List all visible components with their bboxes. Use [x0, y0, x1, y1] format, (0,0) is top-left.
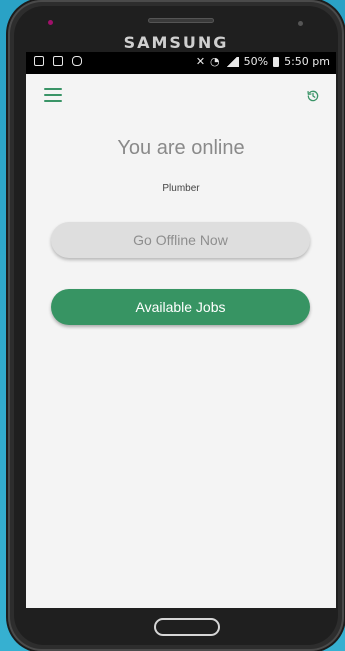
device-brand-logo: SAMSUNG	[123, 33, 229, 52]
wifi-icon: ◔	[210, 55, 220, 68]
hamburger-menu-icon[interactable]	[44, 88, 62, 102]
app-screen: ✕ ◔ 50% 5:50 pm You are online Plumber G…	[26, 52, 336, 608]
go-offline-button[interactable]: Go Offline Now	[51, 222, 310, 258]
history-icon[interactable]	[306, 89, 320, 103]
status-bar-left	[34, 56, 82, 66]
phone-bottom-bar	[26, 608, 338, 644]
battery-percent: 50%	[243, 55, 269, 68]
notification-led	[48, 20, 53, 25]
status-bar-right: ✕ ◔ 50% 5:50 pm	[196, 55, 330, 68]
signal-icon	[224, 56, 239, 67]
battery-icon	[273, 56, 280, 67]
instagram-icon	[72, 56, 82, 66]
status-time: 5:50 pm	[284, 55, 330, 68]
mute-icon: ✕	[195, 55, 206, 68]
online-status-title: You are online	[117, 137, 245, 159]
home-button[interactable]	[154, 618, 220, 636]
app-bar	[26, 74, 336, 118]
gallery-icon	[53, 56, 63, 66]
earpiece-speaker	[148, 18, 214, 23]
status-bar: ✕ ◔ 50% 5:50 pm	[26, 52, 336, 74]
proximity-sensor	[298, 21, 303, 26]
profession-label: Plumber	[162, 183, 200, 194]
notification-icon	[34, 56, 44, 66]
available-jobs-button[interactable]: Available Jobs	[51, 289, 310, 325]
